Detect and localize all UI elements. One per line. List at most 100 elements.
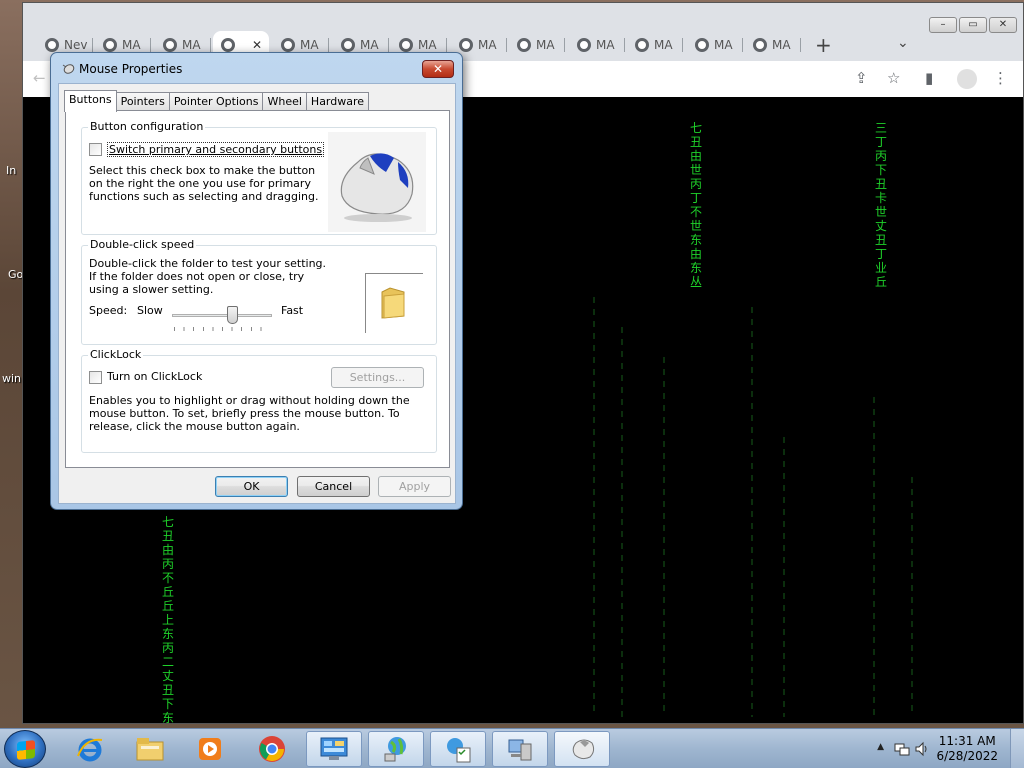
- apply-button[interactable]: Apply: [378, 476, 451, 497]
- browser-tab-label: MA: [182, 38, 201, 52]
- tab-pointer-options[interactable]: Pointer Options: [168, 92, 264, 111]
- browser-tab[interactable]: MA: [745, 31, 801, 59]
- slider-ticks: [174, 327, 270, 331]
- browser-tab-label: MA: [478, 38, 497, 52]
- browser-tab-label: MA: [360, 38, 379, 52]
- taskbar-network[interactable]: [368, 731, 424, 767]
- mouse-properties-dialog: Mouse Properties ✕ Buttons Pointers Poin…: [50, 52, 463, 510]
- taskbar-control-panel[interactable]: [306, 731, 362, 767]
- taskbar-computer-management[interactable]: [492, 731, 548, 767]
- volume-icon[interactable]: [914, 741, 930, 757]
- chrome-favicon-icon: [45, 38, 59, 52]
- speed-label: Speed:: [89, 304, 128, 317]
- desktop-icon-label[interactable]: Go: [8, 268, 23, 281]
- chrome-favicon-icon: [459, 38, 473, 52]
- mouse-illustration-icon: [328, 132, 426, 232]
- browser-tab-label: MA: [654, 38, 673, 52]
- browser-tab-label: MA: [714, 38, 733, 52]
- slow-label: Slow: [137, 304, 163, 317]
- network-tray-icon[interactable]: [894, 741, 910, 757]
- chrome-favicon-icon: [103, 38, 117, 52]
- clicklock-settings-button[interactable]: Settings...: [331, 367, 424, 388]
- share-icon[interactable]: ⇪: [855, 69, 868, 87]
- clock-date: 6/28/2022: [936, 749, 998, 763]
- tab-close-icon[interactable]: ✕: [252, 38, 262, 52]
- dialog-title: Mouse Properties: [79, 62, 183, 76]
- browser-tab[interactable]: MA: [687, 31, 743, 59]
- clicklock-checkbox[interactable]: [89, 371, 102, 384]
- system-clock[interactable]: 11:31 AM 6/28/2022: [936, 734, 998, 764]
- tab-buttons[interactable]: Buttons: [64, 90, 117, 112]
- side-panel-icon[interactable]: ▮: [925, 69, 933, 87]
- chrome-favicon-icon: [517, 38, 531, 52]
- test-folder-area[interactable]: [365, 273, 423, 333]
- browser-tab[interactable]: MA: [569, 31, 625, 59]
- chrome-favicon-icon: [753, 38, 767, 52]
- group-title: Button configuration: [88, 120, 206, 133]
- switch-buttons-checkbox[interactable]: [89, 143, 102, 156]
- chrome-favicon-icon: [577, 38, 591, 52]
- dialog-client: Buttons Pointers Pointer Options Wheel H…: [58, 83, 456, 504]
- desktop-icon-label[interactable]: In: [6, 164, 16, 177]
- switch-buttons-label[interactable]: Switch primary and secondary buttons: [107, 142, 325, 157]
- tab-wheel[interactable]: Wheel: [262, 92, 307, 111]
- show-desktop-button[interactable]: [1010, 729, 1024, 768]
- taskbar-ie[interactable]: [62, 731, 118, 767]
- chrome-favicon-icon: [635, 38, 649, 52]
- back-icon[interactable]: ←: [33, 69, 46, 87]
- cancel-button[interactable]: Cancel: [297, 476, 370, 497]
- tab-search-button[interactable]: ⌄: [897, 35, 909, 51]
- media-player-icon: [199, 738, 221, 760]
- taskbar-mouse-properties[interactable]: [554, 731, 610, 767]
- chrome-favicon-icon: [695, 38, 709, 52]
- button-configuration-group: Button configuration Switch primary and …: [81, 120, 437, 235]
- browser-tab-label: Nev: [64, 38, 88, 52]
- chrome-favicon-icon: [221, 38, 235, 52]
- bookmark-star-icon[interactable]: ☆: [887, 69, 900, 87]
- clicklock-label[interactable]: Turn on ClickLock: [107, 370, 202, 383]
- taskbar-network-settings[interactable]: [430, 731, 486, 767]
- profile-avatar-icon[interactable]: [957, 69, 977, 89]
- start-button[interactable]: [4, 730, 46, 768]
- browser-tab-label: MA: [536, 38, 555, 52]
- tab-hardware[interactable]: Hardware: [305, 92, 370, 111]
- double-click-speed-slider-thumb[interactable]: [227, 306, 238, 324]
- new-tab-button[interactable]: +: [815, 33, 832, 57]
- taskbar-explorer[interactable]: [122, 731, 178, 767]
- network-checklist-icon: [447, 738, 471, 763]
- matrix-text-column: 三丁丙下丑卡世丈丑丁业丘: [874, 121, 887, 289]
- chrome-favicon-icon: [341, 38, 355, 52]
- double-click-speed-group: Double-click speed Double-click the fold…: [81, 238, 437, 345]
- control-panel-icon: [320, 737, 348, 760]
- clock-time: 11:31 AM: [938, 734, 996, 748]
- double-click-speed-slider-track[interactable]: [172, 314, 272, 317]
- matrix-text-column: 七丑由丙不丘丘上东丙二丈丑下东丈: [161, 515, 174, 723]
- folder-icon[interactable]: [378, 286, 408, 320]
- computer-management-icon: [508, 739, 532, 761]
- ok-button[interactable]: OK: [215, 476, 288, 497]
- mouse-icon: [62, 64, 75, 74]
- dialog-close-button[interactable]: ✕: [422, 60, 454, 78]
- taskbar-media-player[interactable]: [182, 731, 238, 767]
- clicklock-group: ClickLock Turn on ClickLock Settings... …: [81, 348, 437, 453]
- fast-label: Fast: [281, 304, 304, 317]
- matrix-text-column: 七丑由世丙丁不世东由东丛: [689, 121, 702, 289]
- browser-tab[interactable]: MA: [627, 31, 683, 59]
- windows-logo-icon: [17, 740, 35, 760]
- mouse-icon: [572, 739, 595, 760]
- show-hidden-icons-arrow[interactable]: ▲: [877, 742, 884, 752]
- chrome-favicon-icon: [281, 38, 295, 52]
- buttons-tab-panel: Button configuration Switch primary and …: [65, 110, 450, 468]
- desktop-icon-label[interactable]: win: [2, 372, 21, 385]
- browser-tab[interactable]: MA: [509, 31, 565, 59]
- browser-tab-label: MA: [122, 38, 141, 52]
- tab-pointers[interactable]: Pointers: [115, 92, 170, 111]
- taskbar-chrome[interactable]: [244, 731, 300, 767]
- browser-tab-label: MA: [772, 38, 791, 52]
- folder-library-icon: [136, 738, 164, 761]
- browser-tab-label: MA: [596, 38, 615, 52]
- menu-kebab-icon[interactable]: ⋮: [993, 69, 1008, 87]
- clicklock-description: Enables you to highlight or drag without…: [89, 394, 410, 433]
- browser-tab-label: MA: [300, 38, 319, 52]
- browser-tab-label: MA: [418, 38, 437, 52]
